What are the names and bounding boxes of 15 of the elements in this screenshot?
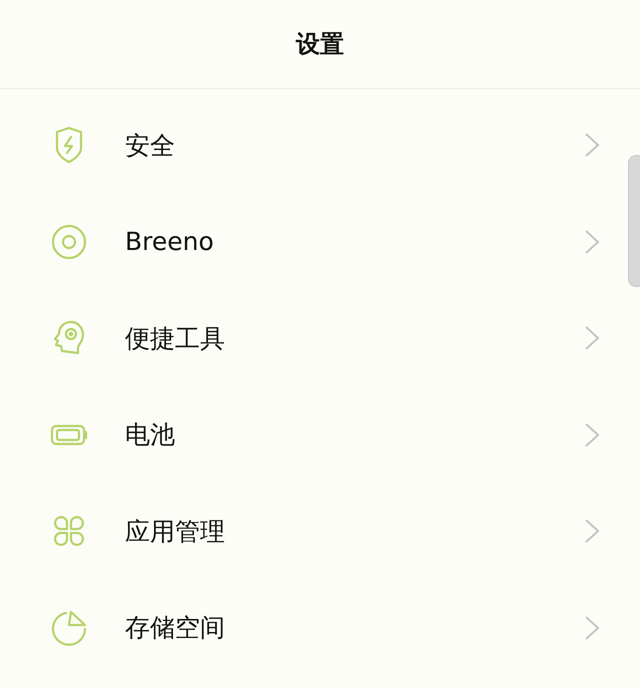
settings-item[interactable]: 应用管理 [0,483,628,580]
pie-chart-icon [50,608,88,647]
chevron-right-icon [584,422,600,448]
settings-item[interactable]: 存储空间 [0,580,628,676]
settings-item[interactable]: Breeno [0,194,628,290]
chevron-right-icon [584,132,600,158]
chevron-right-icon [584,614,600,641]
target-icon [50,222,88,261]
settings-item[interactable]: 安全 [0,97,628,194]
settings-item[interactable]: 电池 [0,386,628,483]
chevron-right-icon [584,325,600,352]
chevron-right-icon [584,518,600,544]
chevron-right-icon [584,228,600,255]
settings-item[interactable]: 便捷工具 [0,290,628,386]
page-title: 设置 [296,29,344,60]
